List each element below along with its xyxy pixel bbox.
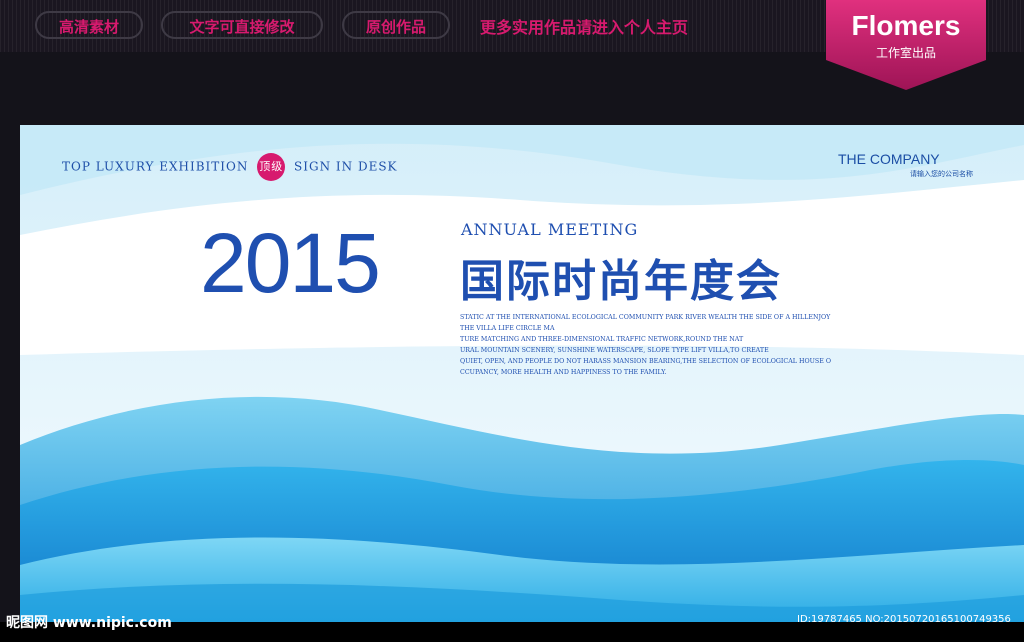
- tagline-left: TOP LUXURY EXHIBITION: [62, 159, 249, 174]
- company-placeholder: 请输入您的公司名称: [910, 170, 973, 178]
- body-line: CCUPANCY, MORE HEALTH AND HAPPINESS TO T…: [460, 369, 667, 376]
- event-title: 国际时尚年度会: [460, 256, 782, 307]
- body-line: QUIET, OPEN, AND PEOPLE DO NOT HARASS MA…: [460, 358, 831, 365]
- body-text: STATIC AT THE INTERNATIONAL ECOLOGICAL C…: [460, 312, 840, 378]
- year-heading: 2015: [200, 216, 381, 310]
- badge-subtitle: 工作室出品: [875, 46, 936, 60]
- backdrop-board: TOP LUXURY EXHIBITION 顶级 SIGN IN DESK TH…: [20, 125, 1024, 622]
- body-line: TURE MATCHING AND THREE-DIMENSIONAL TRAF…: [460, 336, 744, 343]
- body-line: URAL MOUNTAIN SCENERY, SUNSHINE WATERSCA…: [460, 347, 769, 354]
- body-line: THE VILLA LIFE CIRCLE MA: [460, 325, 555, 332]
- tagline: TOP LUXURY EXHIBITION 顶级 SIGN IN DESK: [62, 153, 398, 181]
- badge-title: Flomers: [851, 10, 961, 41]
- watermark-logo: 昵图网 www.nipic.com: [6, 615, 172, 631]
- image-id: ID:19787465 NO:20150720165100749356: [797, 614, 1011, 625]
- annual-meeting-label: ANNUAL MEETING: [461, 220, 639, 239]
- body-line: STATIC AT THE INTERNATIONAL ECOLOGICAL C…: [460, 314, 831, 321]
- tagline-right: SIGN IN DESK: [294, 159, 398, 174]
- studio-badge: Flomers 工作室出品: [826, 0, 986, 92]
- top-grade-badge: 顶级: [257, 153, 286, 181]
- pill-original-work: 原创作品: [342, 11, 450, 39]
- pill-hd-material: 高清素材: [35, 11, 143, 39]
- pill-editable-text: 文字可直接修改: [161, 11, 323, 39]
- promo-link[interactable]: 更多实用作品请进入个人主页: [480, 14, 688, 38]
- company-name: THE COMPANY: [838, 151, 940, 167]
